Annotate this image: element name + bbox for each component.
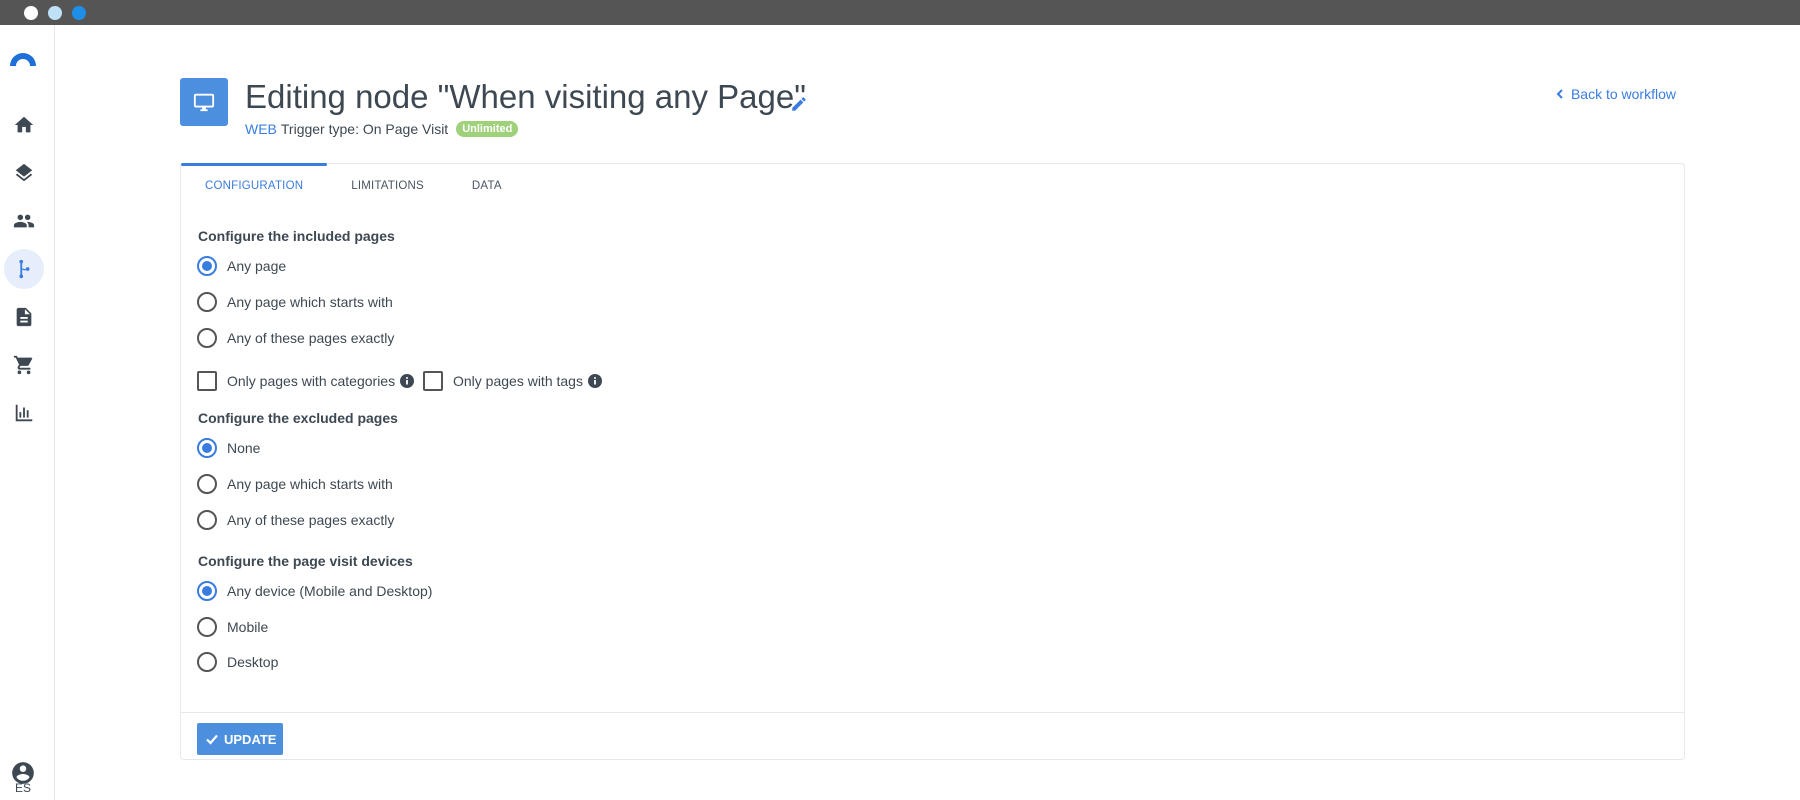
document-icon [16, 307, 32, 327]
cart-icon [13, 355, 33, 375]
included-option-any-page[interactable]: Any page [197, 256, 286, 276]
info-icon[interactable] [587, 374, 602, 388]
people-icon [13, 214, 35, 228]
sidebar-item-commerce[interactable] [4, 345, 44, 385]
info-icon[interactable] [400, 374, 415, 388]
node-subtitle: WEB Trigger type: On Page Visit Unlimite… [245, 121, 519, 137]
sidebar-item-documents[interactable] [4, 297, 44, 337]
option-label: Desktop [227, 654, 279, 670]
chevron-left-icon [1556, 89, 1563, 99]
option-label: None [227, 440, 261, 456]
only-categories-checkbox-row[interactable]: Only pages with categories [197, 371, 415, 391]
sidebar-item-home[interactable] [4, 105, 44, 145]
radio-button[interactable] [197, 438, 217, 458]
update-button[interactable]: UPDATE [197, 723, 284, 755]
option-label: Any of these pages exactly [227, 512, 395, 528]
check-icon [206, 734, 218, 745]
sidebar-item-layers[interactable] [4, 153, 44, 193]
excluded-option-starts-with[interactable]: Any page which starts with [197, 474, 393, 494]
only-tags-checkbox-row[interactable]: Only pages with tags [423, 371, 602, 391]
included-pages-label: Configure the included pages [198, 228, 395, 244]
categories-checkbox[interactable] [197, 371, 217, 391]
trigger-type-label: Trigger type: On Page Visit [280, 121, 449, 137]
radio-button[interactable] [197, 256, 217, 276]
option-label: Only pages with categories [227, 373, 396, 389]
option-label: Any page which starts with [227, 476, 393, 492]
window-minimize-dot[interactable] [48, 6, 62, 20]
workflow-icon [19, 259, 30, 279]
option-label: Any page [227, 258, 287, 274]
node-type-badge [180, 78, 228, 126]
tab-limitations[interactable]: LIMITATIONS [327, 164, 448, 204]
devices-label: Configure the page visit devices [198, 553, 413, 569]
sidebar-item-workflows[interactable] [4, 249, 44, 289]
included-option-exact-pages[interactable]: Any of these pages exactly [197, 328, 394, 348]
monitor-icon [193, 93, 215, 112]
back-to-workflow-link[interactable]: Back to workflow [1555, 86, 1676, 102]
sidebar-item-analytics[interactable] [4, 393, 44, 433]
option-label: Only pages with tags [453, 373, 583, 389]
radio-button[interactable] [197, 617, 217, 637]
tags-checkbox[interactable] [423, 371, 443, 391]
option-label: Any page which starts with [227, 294, 393, 310]
home-icon [14, 116, 34, 133]
pencil-icon [792, 97, 806, 111]
included-option-starts-with[interactable]: Any page which starts with [197, 292, 393, 312]
device-option-mobile[interactable]: Mobile [197, 617, 268, 637]
window-close-dot[interactable] [24, 6, 38, 20]
update-button-label: UPDATE [224, 731, 277, 747]
excluded-option-none[interactable]: None [197, 438, 260, 458]
edit-title-button[interactable] [790, 95, 808, 113]
back-link-label: Back to workflow [1570, 86, 1676, 102]
radio-button[interactable] [197, 510, 217, 530]
layers-icon [15, 163, 33, 182]
brand-logo-icon[interactable] [8, 45, 38, 67]
status-badge: Unlimited [456, 121, 519, 137]
sidebar: ES [0, 25, 55, 800]
window-title-bar [0, 0, 1800, 25]
radio-button[interactable] [197, 581, 217, 601]
radio-button[interactable] [197, 474, 217, 494]
device-option-desktop[interactable]: Desktop [197, 652, 278, 672]
excluded-pages-label: Configure the excluded pages [198, 410, 398, 426]
option-label: Any of these pages exactly [227, 330, 395, 346]
radio-button[interactable] [197, 652, 217, 672]
excluded-option-exact-pages[interactable]: Any of these pages exactly [197, 510, 394, 530]
tab-data[interactable]: DATA [448, 164, 526, 204]
option-label: Any device (Mobile and Desktop) [227, 583, 433, 599]
radio-button[interactable] [197, 328, 217, 348]
bar-chart-icon [15, 404, 33, 422]
sidebar-item-people[interactable] [4, 201, 44, 241]
option-label: Mobile [227, 619, 269, 635]
card-footer: UPDATE [181, 712, 1684, 760]
channel-label: WEB [245, 121, 277, 137]
tab-configuration[interactable]: CONFIGURATION [181, 163, 328, 204]
page-title: Editing node "When visiting any Page" [245, 78, 806, 115]
node-config-card: CONFIGURATION LIMITATIONS DATA Configure… [180, 163, 1685, 760]
tab-bar: CONFIGURATION LIMITATIONS DATA [181, 163, 526, 204]
radio-button[interactable] [197, 292, 217, 312]
device-option-any[interactable]: Any device (Mobile and Desktop) [197, 581, 432, 601]
window-maximize-dot[interactable] [72, 6, 86, 20]
language-selector[interactable]: ES [0, 781, 46, 795]
